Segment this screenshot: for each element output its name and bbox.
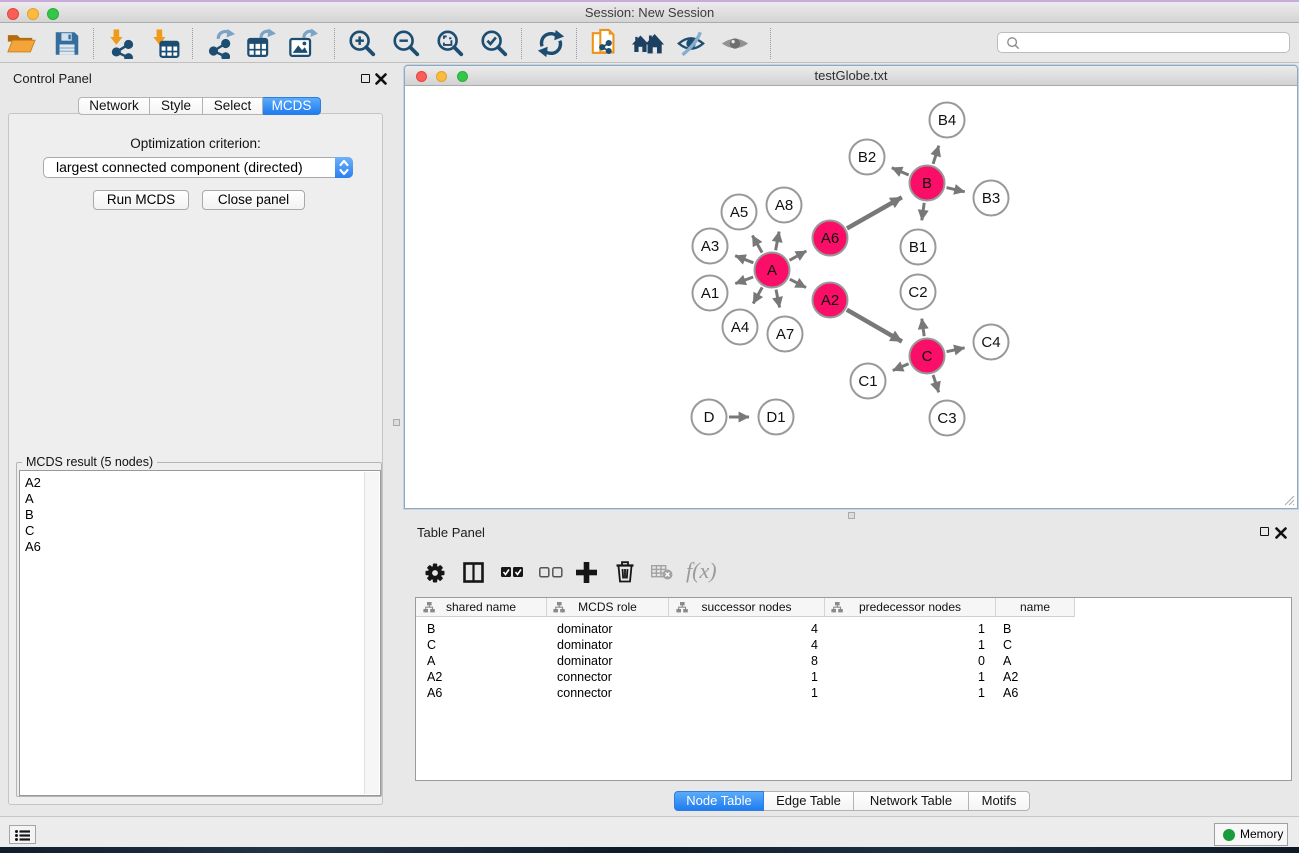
svg-text:A4: A4 <box>731 319 749 336</box>
svg-text:B1: B1 <box>909 239 927 256</box>
svg-text:C3: C3 <box>937 410 956 427</box>
svg-text:A2: A2 <box>821 292 839 309</box>
svg-text:D: D <box>704 409 715 426</box>
svg-text:A3: A3 <box>701 238 719 255</box>
svg-text:B4: B4 <box>938 112 956 129</box>
svg-text:A8: A8 <box>775 197 793 214</box>
svg-text:B3: B3 <box>982 190 1000 207</box>
svg-text:A7: A7 <box>776 326 794 343</box>
svg-text:B2: B2 <box>858 149 876 166</box>
svg-text:D1: D1 <box>766 409 785 426</box>
svg-text:A1: A1 <box>701 285 719 302</box>
svg-text:A6: A6 <box>821 230 839 247</box>
svg-text:C4: C4 <box>981 334 1000 351</box>
svg-text:C2: C2 <box>908 284 927 301</box>
svg-text:C1: C1 <box>858 373 877 390</box>
svg-text:A: A <box>767 262 777 279</box>
svg-text:A5: A5 <box>730 204 748 221</box>
svg-text:B: B <box>922 175 932 192</box>
svg-text:C: C <box>922 348 933 365</box>
